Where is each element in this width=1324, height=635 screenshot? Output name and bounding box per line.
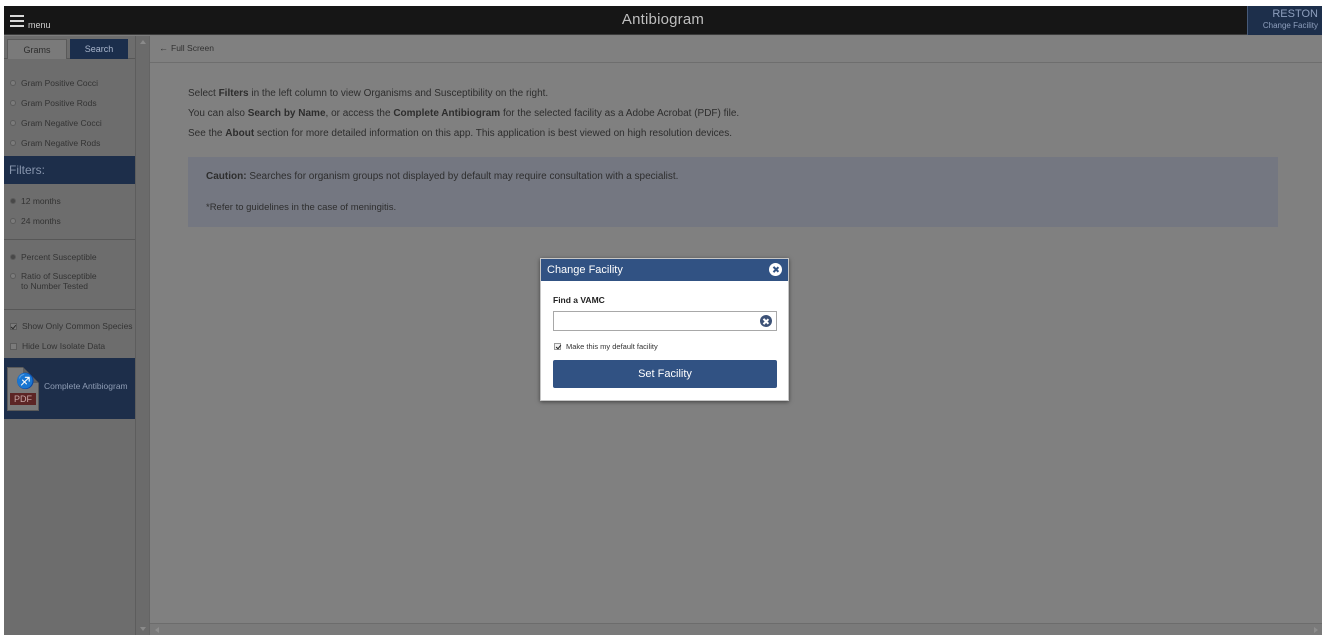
radio-icon	[10, 218, 16, 224]
radio-icon	[10, 120, 16, 126]
period-option-24-months[interactable]: 24 months	[4, 211, 135, 231]
checkbox-checked-icon	[554, 343, 561, 350]
gram-option-label: Gram Positive Rods	[21, 98, 97, 108]
intro-text: Select Filters in the left column to vie…	[188, 88, 739, 148]
horizontal-scrollbar[interactable]	[150, 623, 1322, 635]
measure-option-label: Percent Susceptible	[21, 252, 97, 262]
sidebar: Grams Search Gram Positive Cocci Gram Po…	[4, 36, 149, 635]
intro-line-3: See the About section for more detailed …	[188, 128, 733, 139]
default-facility-label: Make this my default facility	[566, 342, 658, 351]
display-options: Show Only Common Species Hide Low Isolat…	[4, 316, 135, 356]
dialog-title: Change Facility	[547, 264, 623, 276]
vamc-search-input[interactable]	[553, 311, 777, 331]
change-facility-label: Change Facility	[1262, 21, 1318, 30]
arrow-left-icon: ←	[159, 43, 168, 53]
pdf-icon: ♐ PDF	[7, 367, 39, 411]
checkbox-checked-icon	[10, 322, 17, 330]
scroll-left-icon[interactable]	[155, 627, 159, 633]
close-icon[interactable]	[769, 263, 782, 276]
scroll-right-icon[interactable]	[1314, 627, 1318, 633]
measure-option-percent[interactable]: Percent Susceptible	[4, 247, 135, 267]
acrobat-icon: ♐	[16, 373, 35, 390]
divider	[4, 309, 135, 310]
intro-line-1: Select Filters in the left column to vie…	[188, 88, 549, 99]
radio-selected-icon	[10, 254, 16, 260]
divider	[4, 239, 135, 240]
sidebar-scrollbar[interactable]	[135, 36, 149, 635]
caution-panel: Caution: Searches for organism groups no…	[188, 157, 1278, 227]
measure-option-ratio[interactable]: Ratio of Susceptible to Number Tested	[4, 267, 135, 303]
meningitis-note: *Refer to guidelines in the case of meni…	[206, 202, 397, 213]
top-bar: menu Antibiogram RESTON Change Facility	[4, 6, 1322, 35]
scroll-up-icon[interactable]	[140, 40, 146, 44]
measure-options: Percent Susceptible Ratio of Susceptible…	[4, 247, 135, 303]
scroll-down-icon[interactable]	[140, 627, 146, 631]
gram-option-positive-cocci[interactable]: Gram Positive Cocci	[4, 73, 135, 93]
filters-heading: Filters:	[4, 156, 135, 184]
gram-option-negative-rods[interactable]: Gram Negative Rods	[4, 133, 135, 153]
measure-option-label: Ratio of Susceptible to Number Tested	[21, 271, 97, 291]
gram-option-negative-cocci[interactable]: Gram Negative Cocci	[4, 113, 135, 133]
period-option-12-months[interactable]: 12 months	[4, 191, 135, 211]
clear-input-icon[interactable]	[760, 315, 772, 327]
gram-option-label: Gram Negative Cocci	[21, 118, 102, 128]
tab-grams[interactable]: Grams	[7, 39, 67, 59]
complete-antibiogram-link[interactable]: ♐ PDF Complete Antibiogram	[4, 358, 140, 419]
default-facility-checkbox[interactable]: Make this my default facility	[554, 342, 658, 351]
checkbox-label: Show Only Common Species	[22, 321, 133, 331]
period-option-label: 12 months	[21, 196, 61, 206]
app-title: Antibiogram	[621, 11, 705, 28]
radio-selected-icon	[10, 198, 16, 204]
set-facility-button[interactable]: Set Facility	[553, 360, 777, 388]
fullscreen-button[interactable]: ← Full Screen	[159, 43, 214, 53]
checkbox-icon	[10, 342, 17, 350]
hide-low-isolate-checkbox[interactable]: Hide Low Isolate Data	[4, 336, 135, 356]
checkbox-label: Hide Low Isolate Data	[22, 341, 106, 351]
radio-icon	[10, 100, 16, 106]
intro-line-2: You can also Search by Name, or access t…	[188, 108, 740, 119]
gram-options: Gram Positive Cocci Gram Positive Rods G…	[4, 73, 135, 153]
measure-option-label-line2: to Number Tested	[21, 281, 88, 291]
app-window: menu Antibiogram RESTON Change Facility …	[4, 6, 1322, 635]
radio-icon	[10, 80, 16, 86]
show-common-species-checkbox[interactable]: Show Only Common Species	[4, 316, 135, 336]
gram-option-positive-rods[interactable]: Gram Positive Rods	[4, 93, 135, 113]
radio-icon	[10, 140, 16, 146]
period-options: 12 months 24 months	[4, 191, 135, 231]
facility-name: RESTON	[1272, 8, 1318, 20]
measure-option-label-line1: Ratio of Susceptible	[21, 271, 97, 281]
change-facility-button[interactable]: RESTON Change Facility	[1247, 6, 1322, 35]
sidebar-tabs: Grams Search	[4, 36, 135, 59]
gram-option-label: Gram Negative Rods	[21, 138, 101, 148]
gram-option-label: Gram Positive Cocci	[21, 78, 98, 88]
dialog-header: Change Facility	[541, 259, 788, 281]
change-facility-dialog: Change Facility Find a VAMC Make this my…	[540, 258, 789, 401]
find-vamc-label: Find a VAMC	[553, 295, 605, 305]
complete-antibiogram-label: Complete Antibiogram	[44, 381, 128, 391]
period-option-label: 24 months	[21, 216, 61, 226]
tab-search[interactable]: Search	[70, 39, 128, 59]
caution-message: Caution: Searches for organism groups no…	[206, 171, 679, 182]
fullscreen-bar: ← Full Screen	[150, 36, 1322, 63]
pdf-icon-label: PDF	[10, 393, 36, 405]
fullscreen-label: Full Screen	[171, 43, 214, 53]
radio-icon	[10, 273, 16, 279]
